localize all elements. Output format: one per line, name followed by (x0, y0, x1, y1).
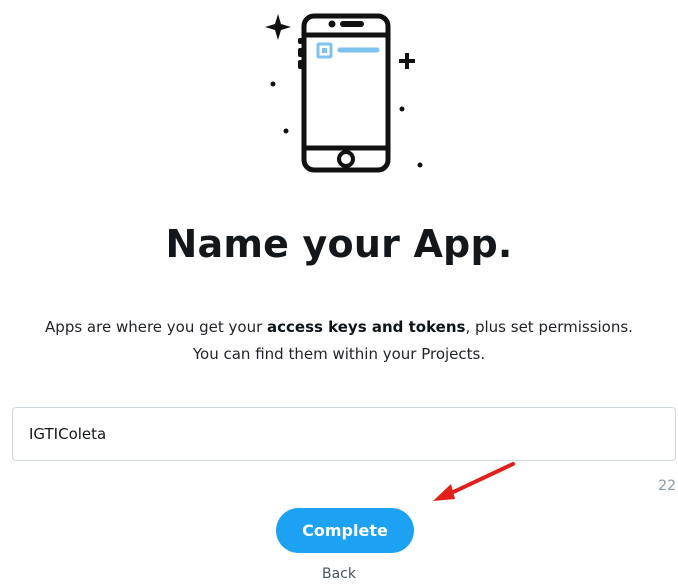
sparkle-icon (265, 14, 291, 40)
dot-icon (417, 162, 423, 168)
description-text-end: , plus set permissions. (465, 318, 633, 336)
dot-icon (399, 106, 405, 112)
home-button-icon (337, 150, 355, 168)
dot-icon (270, 81, 276, 87)
plus-icon (399, 53, 415, 69)
character-counter: 22 (658, 478, 676, 494)
description-line-1: Apps are where you get your access keys … (0, 314, 678, 341)
back-link[interactable]: Back (0, 566, 678, 582)
description-bold-text: access keys and tokens (267, 318, 466, 336)
page-description: Apps are where you get your access keys … (0, 314, 678, 368)
page-title: Name your App. (165, 222, 513, 266)
description-text: Apps are where you get your (45, 318, 268, 336)
smartphone-illustration-icon (265, 13, 423, 173)
complete-button[interactable]: Complete (276, 508, 414, 553)
red-arrow-icon (433, 462, 515, 501)
app-name-input[interactable] (12, 407, 676, 461)
dot-icon (283, 128, 289, 134)
description-line-2: You can find them within your Projects. (192, 345, 486, 363)
